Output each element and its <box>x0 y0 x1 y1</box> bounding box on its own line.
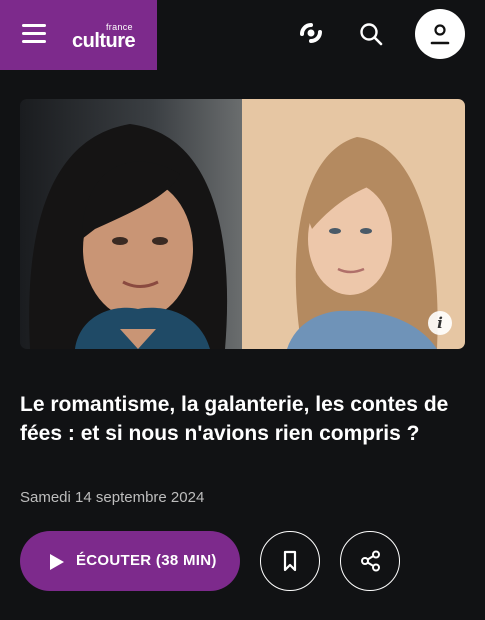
play-icon <box>50 554 64 570</box>
episode-date: Samedi 14 septembre 2024 <box>20 489 205 506</box>
bookmark-button[interactable] <box>260 531 320 591</box>
menu-icon[interactable] <box>22 24 46 44</box>
user-icon <box>430 24 450 45</box>
account-button[interactable] <box>415 9 465 59</box>
radio-live-icon[interactable] <box>298 20 324 46</box>
bookmark-icon <box>283 550 297 572</box>
share-icon <box>361 550 380 572</box>
share-button[interactable] <box>340 531 400 591</box>
france-culture-logo[interactable]: france culture <box>72 22 142 52</box>
brand-block: france culture <box>0 0 157 70</box>
logo-big-text: culture <box>72 30 136 52</box>
episode-title: Le romantisme, la galanterie, les contes… <box>20 393 449 445</box>
guest-photo-left <box>20 99 242 349</box>
episode-image: i <box>20 99 465 349</box>
guest-photo-right <box>242 99 465 349</box>
listen-button-label: ÉCOUTER (38 MIN) <box>76 552 217 569</box>
search-icon[interactable] <box>358 21 384 47</box>
listen-button[interactable]: ÉCOUTER (38 MIN) <box>20 531 240 591</box>
info-icon[interactable]: i <box>428 311 452 335</box>
app-header: france culture <box>0 0 485 70</box>
